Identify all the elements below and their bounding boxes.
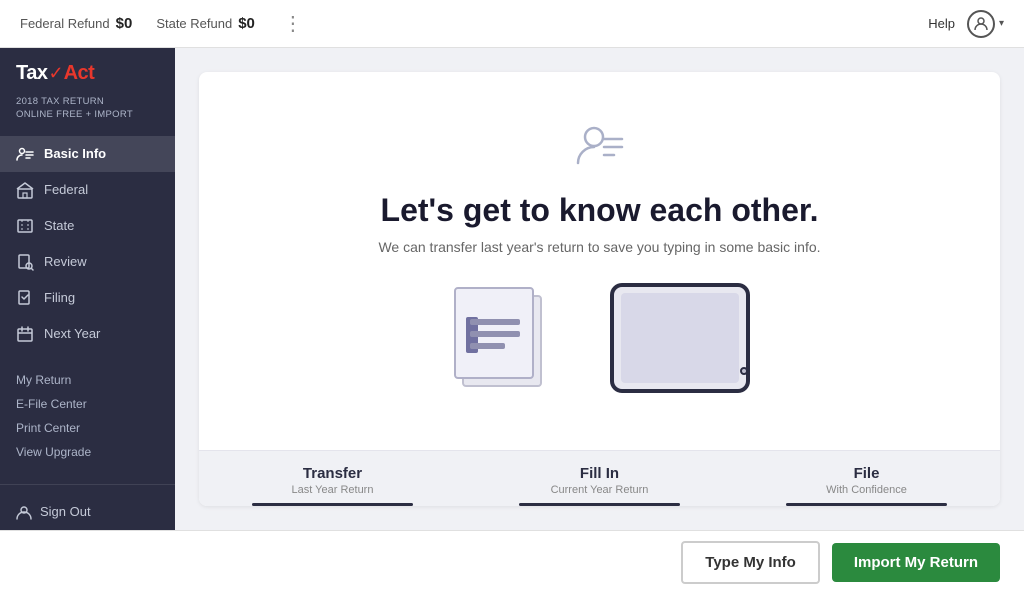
federal-refund-label: Federal Refund [20, 16, 110, 31]
doc-line-2 [470, 331, 520, 337]
sidebar-item-review[interactable]: Review [0, 244, 175, 280]
building-icon [16, 181, 34, 199]
sidebar-item-next-year-label: Next Year [44, 326, 100, 341]
sidebar-nav: Basic Info Federal [0, 136, 175, 352]
type-my-info-button[interactable]: Type My Info [681, 541, 820, 584]
sidebar-logo: Tax✓Act [0, 48, 175, 93]
map-icon [16, 217, 34, 235]
person-icon-area [574, 119, 626, 176]
state-refund: State Refund $0 [156, 15, 255, 32]
content-area: Let's get to know each other. We can tra… [175, 48, 1024, 530]
card-body: Let's get to know each other. We can tra… [199, 72, 1000, 450]
footer-bar: Type My Info Import My Return [0, 530, 1024, 594]
sidebar: Tax✓Act 2018 TAX RETURN ONLINE FREE + IM… [0, 48, 175, 530]
step-transfer: Transfer Last Year Return [199, 451, 466, 506]
logo-tax: Tax [16, 62, 47, 85]
federal-refund: Federal Refund $0 [20, 15, 132, 32]
tablet-home-button [740, 367, 748, 375]
sidebar-item-basic-info-label: Basic Info [44, 146, 106, 161]
tablet-screen [621, 293, 739, 383]
page-headline: Let's get to know each other. [381, 192, 819, 229]
step-fillin: Fill In Current Year Return [466, 451, 733, 506]
step-fillin-sub: Current Year Return [551, 484, 649, 496]
sidebar-item-filing-label: Filing [44, 290, 75, 305]
step-fillin-title: Fill In [580, 465, 619, 482]
person-list-icon [16, 145, 34, 163]
person-lines-icon [574, 119, 626, 171]
doc-line-3 [470, 343, 505, 349]
calendar-icon [16, 325, 34, 343]
main-layout: Tax✓Act 2018 TAX RETURN ONLINE FREE + IM… [0, 48, 1024, 530]
step-file-underline [786, 503, 946, 506]
sign-out-icon [16, 504, 32, 520]
sidebar-item-review-label: Review [44, 254, 87, 269]
step-transfer-title: Transfer [303, 465, 362, 482]
step-fillin-underline [519, 503, 679, 506]
steps-bar: Transfer Last Year Return Fill In Curren… [199, 450, 1000, 506]
import-my-return-button[interactable]: Import My Return [832, 543, 1000, 582]
step-file-title: File [854, 465, 880, 482]
app-shell: Federal Refund $0 State Refund $0 ⋮ Help… [0, 0, 1024, 594]
view-upgrade-link[interactable]: View Upgrade [16, 440, 159, 464]
more-options-icon[interactable]: ⋮ [283, 11, 303, 36]
sidebar-item-federal-label: Federal [44, 182, 88, 197]
efile-center-link[interactable]: E-File Center [16, 392, 159, 416]
step-transfer-sub: Last Year Return [292, 484, 374, 496]
top-header: Federal Refund $0 State Refund $0 ⋮ Help… [0, 0, 1024, 48]
doc-line-1 [470, 319, 520, 325]
sidebar-links: My Return E-File Center Print Center Vie… [0, 352, 175, 480]
sidebar-item-next-year[interactable]: Next Year [0, 316, 175, 352]
step-file: File With Confidence [733, 451, 1000, 506]
sidebar-item-filing[interactable]: Filing [0, 280, 175, 316]
main-card: Let's get to know each other. We can tra… [199, 72, 1000, 506]
state-refund-amount: $0 [238, 15, 255, 32]
sidebar-item-state[interactable]: State [0, 208, 175, 244]
help-link[interactable]: Help [928, 16, 955, 31]
sign-out-button[interactable]: Sign Out [16, 497, 159, 527]
sidebar-subtitle: 2018 TAX RETURN ONLINE FREE + IMPORT [0, 93, 175, 136]
avatar-button[interactable]: ▾ [967, 10, 1004, 38]
doc-front [454, 287, 534, 379]
logo-checkmark: ✓ [48, 63, 63, 84]
magnify-doc-icon [16, 253, 34, 271]
federal-refund-amount: $0 [116, 15, 133, 32]
refund-area: Federal Refund $0 State Refund $0 ⋮ [20, 11, 928, 36]
sidebar-item-basic-info[interactable]: Basic Info [0, 136, 175, 172]
step-transfer-underline [252, 503, 412, 506]
logo-act: Act [64, 62, 95, 85]
my-return-link[interactable]: My Return [16, 368, 159, 392]
doc-check-icon [16, 289, 34, 307]
sidebar-item-state-label: State [44, 218, 74, 233]
sidebar-bottom: Sign Out My Account [0, 484, 175, 530]
illustration-area [450, 283, 750, 393]
page-subtext: We can transfer last year's return to sa… [378, 239, 820, 255]
tablet-illustration [610, 283, 750, 393]
sidebar-item-federal[interactable]: Federal [0, 172, 175, 208]
step-file-sub: With Confidence [826, 484, 907, 496]
sign-out-label: Sign Out [40, 504, 91, 519]
document-illustration [450, 283, 560, 393]
chevron-down-icon: ▾ [999, 18, 1004, 29]
avatar-circle [967, 10, 995, 38]
print-center-link[interactable]: Print Center [16, 416, 159, 440]
person-icon [973, 16, 989, 32]
state-refund-label: State Refund [156, 16, 232, 31]
header-right: Help ▾ [928, 10, 1004, 38]
